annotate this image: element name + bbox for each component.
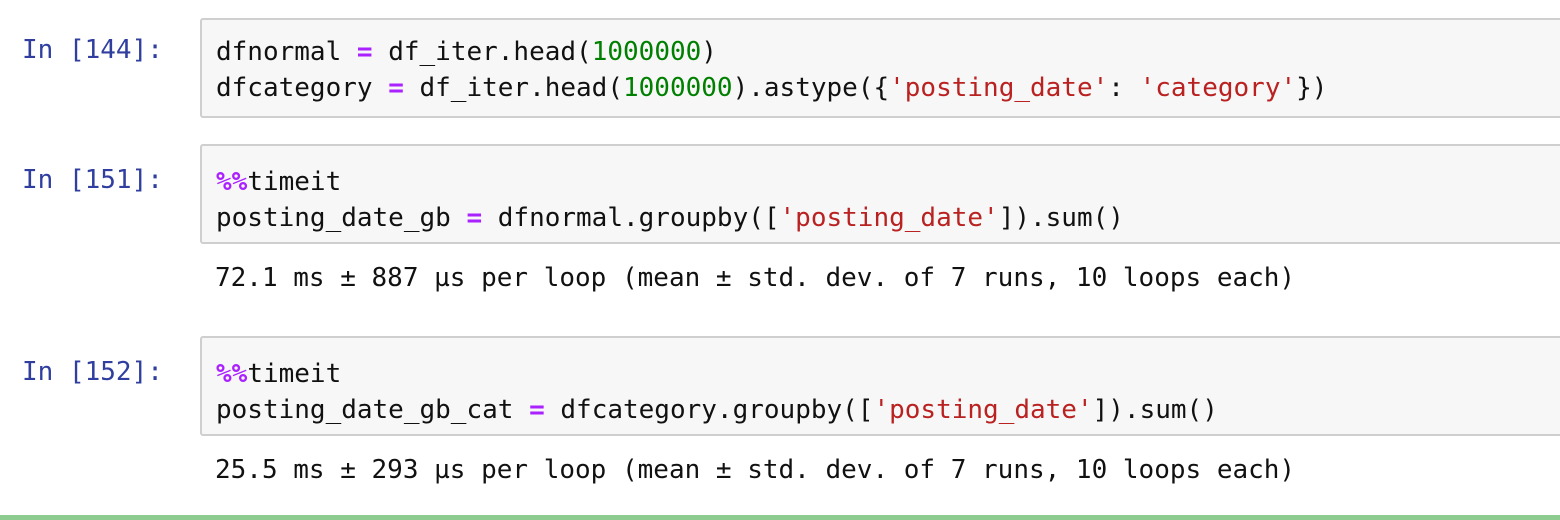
selected-cell-indicator [0,515,1560,520]
code-cell-144[interactable]: In [144]: dfnormal = df_iter.head(100000… [0,18,1560,118]
code-token: posting_date_gb_cat [216,395,530,425]
code-token: posting_date_gb [216,203,467,233]
code-token: timeit [247,359,342,389]
code-token: }) [1296,73,1328,103]
code-token: dfcategory.groupby([ [544,395,874,425]
code-token: ) [701,37,717,67]
input-prompt: In [152]: [22,357,163,387]
code-token: ).astype({ [732,73,890,103]
code-token: dfcategory [216,73,389,103]
code-token: 'posting_date' [873,395,1093,425]
code-token: %% [216,359,248,389]
code-cell-152[interactable]: In [152]: %%timeit posting_date_gb_cat =… [0,336,1560,496]
code-token: : [1108,73,1140,103]
code-token: df_iter.head( [403,73,623,103]
code-line: %%timeit [216,164,1548,200]
code-input-area[interactable]: %%timeit posting_date_gb = dfnormal.grou… [200,144,1560,244]
code-token: = [466,203,483,233]
code-token: = [356,37,373,67]
code-cell-151[interactable]: In [151]: %%timeit posting_date_gb = dfn… [0,144,1560,304]
code-token: 'posting_date' [889,73,1109,103]
code-input-area[interactable]: dfnormal = df_iter.head(1000000) dfcateg… [200,18,1560,118]
code-token: = [388,73,404,103]
code-token: ]).sum() [1092,395,1218,425]
code-token: dfnormal.groupby([ [482,203,780,233]
code-token: 1000000 [623,73,733,103]
code-token: df_iter.head( [372,37,592,67]
code-line: posting_date_gb_cat = dfcategory.groupby… [216,392,1548,428]
code-token: timeit [247,167,342,197]
code-input-area[interactable]: %%timeit posting_date_gb_cat = dfcategor… [200,336,1560,436]
cell-output: 72.1 ms ± 887 µs per loop (mean ± std. d… [215,263,1296,293]
code-line: dfcategory = df_iter.head(1000000).astyp… [216,70,1548,106]
input-prompt: In [151]: [22,165,163,195]
code-line: posting_date_gb = dfnormal.groupby(['pos… [216,200,1548,236]
code-token: 1000000 [591,37,702,67]
input-prompt: In [144]: [22,35,163,65]
code-token: %% [216,167,248,197]
code-token: = [529,395,545,425]
code-token: ]).sum() [998,203,1124,233]
code-token: dfnormal [216,37,357,67]
code-token: 'posting_date' [779,203,999,233]
code-line: %%timeit [216,356,1548,392]
code-token: 'category' [1139,73,1297,103]
cell-output: 25.5 ms ± 293 µs per loop (mean ± std. d… [215,455,1296,485]
code-line: dfnormal = df_iter.head(1000000) [216,34,1548,70]
